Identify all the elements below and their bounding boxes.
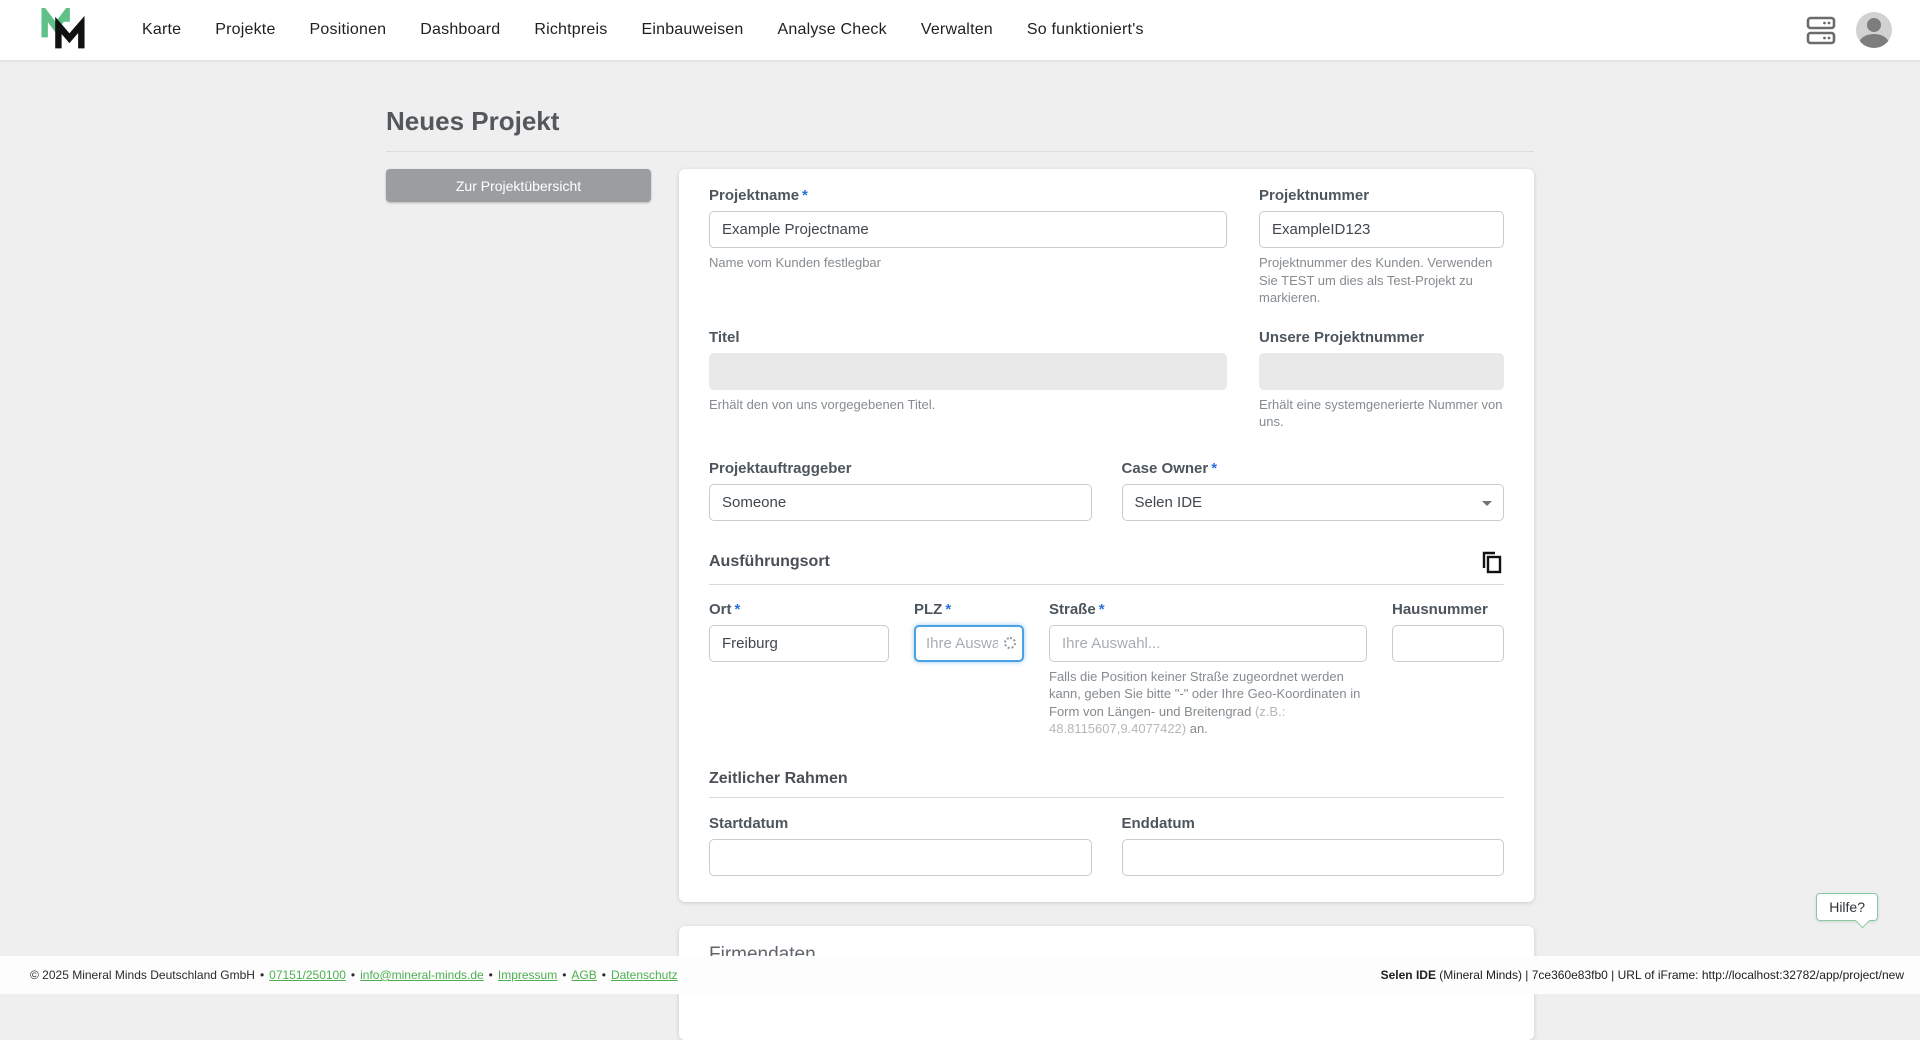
hausnummer-label: Hausnummer xyxy=(1392,601,1504,618)
projektnummer-input[interactable] xyxy=(1259,211,1504,248)
nav-item-dashboard[interactable]: Dashboard xyxy=(420,21,500,39)
section-divider xyxy=(709,797,1504,798)
footer-copyright: © 2025 Mineral Minds Deutschland GmbH xyxy=(30,968,255,982)
case-owner-value: Selen IDE xyxy=(1135,494,1203,511)
strasse-input[interactable] xyxy=(1049,625,1367,662)
section-title-zeitlicher-rahmen: Zeitlicher Rahmen xyxy=(709,770,848,788)
loading-spinner-icon xyxy=(1004,637,1016,649)
startdatum-input[interactable] xyxy=(709,839,1092,876)
enddatum-input[interactable] xyxy=(1122,839,1505,876)
hausnummer-input[interactable] xyxy=(1392,625,1504,662)
section-title-ausfuehrungsort: Ausführungsort xyxy=(709,553,830,571)
project-form-card: Projektname* Name vom Kunden festlegbar … xyxy=(679,169,1534,902)
nav-item-karte[interactable]: Karte xyxy=(142,21,181,39)
field-enddatum: Enddatum xyxy=(1122,815,1505,876)
footer-link-impressum[interactable]: Impressum xyxy=(498,968,557,982)
field-strasse: Straße* Falls die Position keiner Straße… xyxy=(1049,601,1367,738)
footer-link-datenschutz[interactable]: Datenschutz xyxy=(611,968,678,982)
field-titel: Titel Erhält den von uns vorgegebenen Ti… xyxy=(709,329,1227,431)
mineral-minds-logo-icon[interactable] xyxy=(38,8,88,52)
footer-link-agb[interactable]: AGB xyxy=(571,968,596,982)
field-case-owner: Case Owner* Selen IDE xyxy=(1122,460,1505,521)
project-overview-button[interactable]: Zur Projektübersicht xyxy=(386,169,651,202)
titel-input xyxy=(709,353,1227,390)
required-marker: * xyxy=(1211,460,1217,477)
enddatum-label: Enddatum xyxy=(1122,815,1505,832)
ort-label: Ort* xyxy=(709,601,889,618)
nav-item-analyse-check[interactable]: Analyse Check xyxy=(778,21,887,39)
required-marker: * xyxy=(802,187,808,204)
required-marker: * xyxy=(1099,601,1105,618)
startdatum-label: Startdatum xyxy=(709,815,1092,832)
projektname-helper: Name vom Kunden festlegbar xyxy=(709,254,1227,272)
topbar-right xyxy=(1806,12,1892,48)
footer-left: © 2025 Mineral Minds Deutschland GmbH • … xyxy=(30,968,678,982)
unsere-projektnummer-label: Unsere Projektnummer xyxy=(1259,329,1504,346)
field-projektauftraggeber: Projektauftraggeber xyxy=(709,460,1092,521)
case-owner-select[interactable]: Selen IDE xyxy=(1122,484,1505,521)
page-content: Neues Projekt Zur Projektübersicht Proje… xyxy=(386,60,1534,1040)
case-owner-label: Case Owner* xyxy=(1122,460,1505,477)
footer-status-text: Selen IDE (Mineral Minds) | 7ce360e83fb0… xyxy=(1381,968,1904,982)
user-avatar-icon[interactable] xyxy=(1856,12,1892,48)
strasse-helper: Falls die Position keiner Straße zugeord… xyxy=(1049,668,1367,738)
titel-helper: Erhält den von uns vorgegebenen Titel. xyxy=(709,396,1227,414)
avatar-body xyxy=(1859,34,1889,48)
nav-item-richtpreis[interactable]: Richtpreis xyxy=(534,21,607,39)
footer: © 2025 Mineral Minds Deutschland GmbH • … xyxy=(0,956,1920,994)
required-marker: * xyxy=(735,601,741,618)
field-projektnummer: Projektnummer Projektnummer des Kunden. … xyxy=(1259,187,1504,307)
page-title: Neues Projekt xyxy=(386,106,1534,152)
strasse-label: Straße* xyxy=(1049,601,1367,618)
projektnummer-helper: Projektnummer des Kunden. Verwenden Sie … xyxy=(1259,254,1504,307)
field-ort: Ort* xyxy=(709,601,889,738)
nav-item-positionen[interactable]: Positionen xyxy=(310,21,387,39)
field-hausnummer: Hausnummer xyxy=(1392,601,1504,738)
required-marker: * xyxy=(945,601,951,618)
chevron-down-icon xyxy=(1482,501,1492,506)
form-column: Projektname* Name vom Kunden festlegbar … xyxy=(679,169,1534,1040)
field-plz: PLZ* xyxy=(914,601,1024,738)
left-column: Zur Projektübersicht xyxy=(386,169,651,202)
top-navigation-bar: Karte Projekte Positionen Dashboard Rich… xyxy=(0,0,1920,60)
titel-label: Titel xyxy=(709,329,1227,346)
help-button[interactable]: Hilfe? xyxy=(1816,893,1878,921)
projektauftraggeber-label: Projektauftraggeber xyxy=(709,460,1092,477)
nav-item-einbauweisen[interactable]: Einbauweisen xyxy=(641,21,743,39)
nav-item-verwalten[interactable]: Verwalten xyxy=(921,21,993,39)
main-nav: Karte Projekte Positionen Dashboard Rich… xyxy=(142,21,1144,39)
section-divider xyxy=(709,584,1504,585)
projektname-input[interactable] xyxy=(709,211,1227,248)
avatar-head xyxy=(1867,18,1881,32)
plz-label: PLZ* xyxy=(914,601,1024,618)
projektname-label: Projektname* xyxy=(709,187,1227,204)
ort-input[interactable] xyxy=(709,625,889,662)
nav-item-so-funktionierts[interactable]: So funktioniert's xyxy=(1027,21,1144,39)
field-unsere-projektnummer: Unsere Projektnummer Erhält eine systemg… xyxy=(1259,329,1504,431)
nav-item-projekte[interactable]: Projekte xyxy=(215,21,275,39)
projektauftraggeber-input[interactable] xyxy=(709,484,1092,521)
copy-icon[interactable] xyxy=(1480,551,1504,575)
footer-link-email[interactable]: info@mineral-minds.de xyxy=(360,968,484,982)
footer-link-phone[interactable]: 07151/250100 xyxy=(269,968,346,982)
field-startdatum: Startdatum xyxy=(709,815,1092,876)
unsere-projektnummer-input xyxy=(1259,353,1504,390)
unsere-projektnummer-helper: Erhält eine systemgenerierte Nummer von … xyxy=(1259,396,1504,431)
projektnummer-label: Projektnummer xyxy=(1259,187,1504,204)
field-projektname: Projektname* Name vom Kunden festlegbar xyxy=(709,187,1227,307)
server-icon[interactable] xyxy=(1806,12,1836,48)
